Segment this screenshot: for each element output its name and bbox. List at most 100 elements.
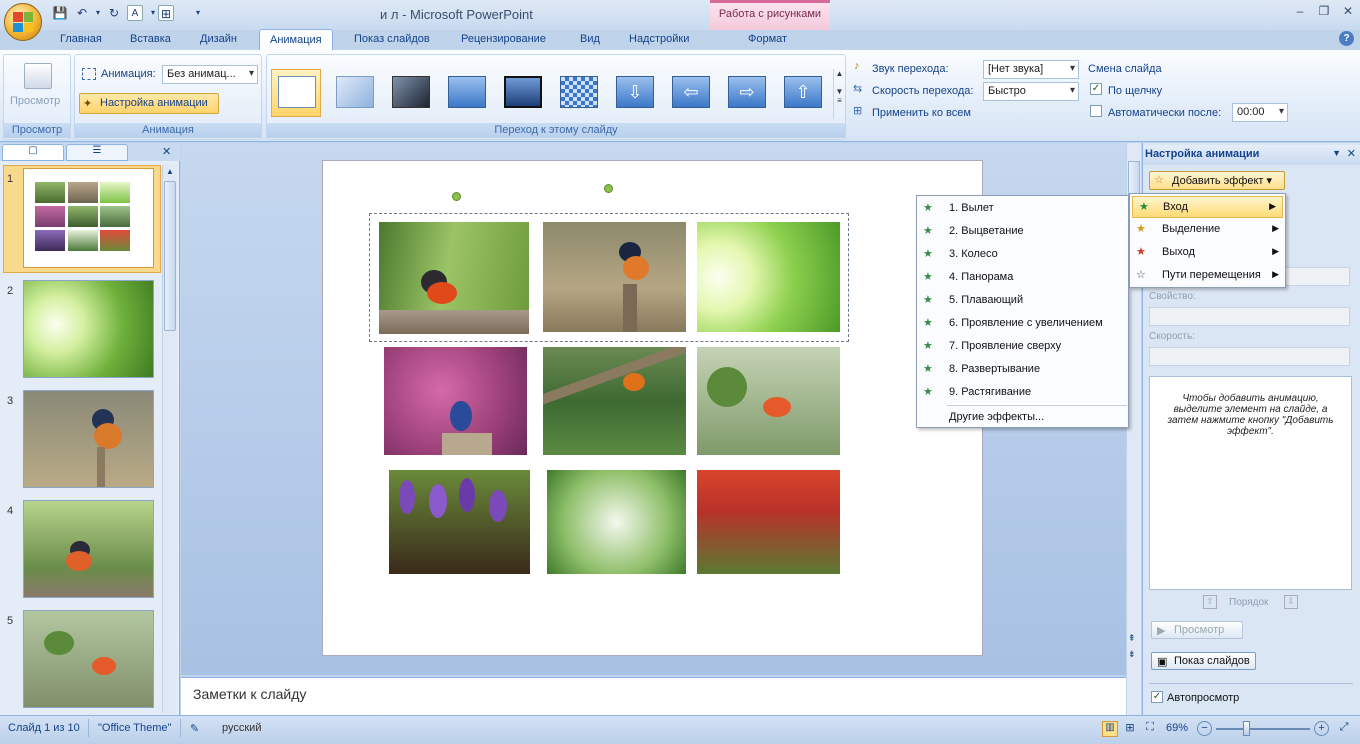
- next-slide-icon[interactable]: ⇟: [1128, 649, 1136, 660]
- photo-poppies[interactable]: [697, 470, 840, 574]
- menu-item-entrance[interactable]: ★ Вход ▶: [1132, 196, 1283, 218]
- tab-addins[interactable]: Надстройки: [619, 29, 699, 51]
- transition-cover-left[interactable]: ⇦: [665, 69, 715, 117]
- customize-qat-icon[interactable]: ▾: [190, 5, 206, 21]
- prev-slide-icon[interactable]: ⇞: [1128, 633, 1136, 644]
- transition-fade-smooth[interactable]: [329, 69, 379, 117]
- help-icon[interactable]: ?: [1339, 31, 1354, 46]
- menu-item-effect-7[interactable]: ★ 7. Проявление сверху: [917, 336, 1128, 358]
- close-icon[interactable]: ✕: [1336, 4, 1360, 20]
- language-label[interactable]: русский: [222, 722, 261, 734]
- close-pane-icon[interactable]: ✕: [162, 145, 171, 158]
- rotate-handle-group[interactable]: [604, 184, 613, 193]
- tab-outline[interactable]: ☰: [66, 144, 128, 161]
- photo-blue-bird-pink[interactable]: [384, 347, 527, 455]
- tab-format[interactable]: Формат: [738, 29, 797, 51]
- zoom-slider[interactable]: [1216, 728, 1310, 730]
- spellcheck-icon[interactable]: ✎: [190, 722, 199, 735]
- menu-item-exit[interactable]: ★ Выход ▶: [1130, 242, 1285, 264]
- gallery-scroll[interactable]: ▲ ▼ ≡: [833, 69, 845, 119]
- menu-item-effect-8[interactable]: ★ 8. Развертывание: [917, 359, 1128, 381]
- auto-after-checkbox[interactable]: [1090, 105, 1102, 117]
- transition-cover-up[interactable]: ⇧: [777, 69, 827, 117]
- redo-icon[interactable]: ↻: [106, 5, 122, 21]
- zoom-slider-thumb[interactable]: [1243, 721, 1250, 736]
- speed-select[interactable]: Быстро: [983, 82, 1079, 101]
- transition-none[interactable]: [271, 69, 321, 117]
- menu-item-motion-paths[interactable]: ☆ Пути перемещения ▶: [1130, 265, 1285, 287]
- text-format-icon[interactable]: A: [127, 5, 143, 21]
- tab-review[interactable]: Рецензирование: [451, 29, 556, 51]
- slides-pane-scrollbar[interactable]: ▲: [162, 165, 177, 713]
- zoom-out-icon[interactable]: −: [1197, 721, 1212, 736]
- menu-item-effect-1[interactable]: ★ 1. Вылет: [917, 198, 1128, 220]
- zoom-in-icon[interactable]: +: [1314, 721, 1329, 736]
- slide-icon[interactable]: ⊞: [158, 5, 174, 21]
- menu-item-effect-6[interactable]: ★ 6. Проявление с увеличением: [917, 313, 1128, 335]
- move-up-icon[interactable]: ⇧: [1203, 595, 1217, 609]
- fit-to-window-icon[interactable]: ⤢: [1336, 721, 1352, 737]
- tab-insert[interactable]: Вставка: [120, 29, 181, 51]
- slideshow-button[interactable]: ▣ Показ слайдов: [1151, 652, 1256, 670]
- scroll-up-icon[interactable]: ▲: [164, 167, 176, 179]
- slide-thumb-1[interactable]: [23, 168, 154, 268]
- menu-item-effect-3[interactable]: ★ 3. Колесо: [917, 244, 1128, 266]
- undo-icon[interactable]: ↶: [74, 5, 90, 21]
- rotate-handle[interactable]: [452, 192, 461, 201]
- menu-item-effect-5[interactable]: ★ 5. Плавающий: [917, 290, 1128, 312]
- scroll-thumb[interactable]: [164, 181, 176, 331]
- slide-thumb-3[interactable]: [23, 390, 154, 488]
- transition-cut[interactable]: [441, 69, 491, 117]
- slide-thumb-2[interactable]: [23, 280, 154, 378]
- transition-dissolve[interactable]: [553, 69, 603, 117]
- apply-all-button[interactable]: Применить ко всем: [872, 107, 971, 119]
- normal-view-icon[interactable]: ▥: [1102, 721, 1118, 737]
- tab-design[interactable]: Дизайн: [190, 29, 247, 51]
- menu-item-effect-9[interactable]: ★ 9. Растягивание: [917, 382, 1128, 404]
- minimize-icon[interactable]: –: [1288, 4, 1312, 20]
- office-button[interactable]: [4, 3, 42, 41]
- on-click-checkbox[interactable]: ✓: [1090, 83, 1102, 95]
- save-icon[interactable]: 💾: [52, 5, 68, 21]
- property-select[interactable]: [1149, 307, 1350, 326]
- play-button[interactable]: ▶ Просмотр: [1151, 621, 1243, 639]
- restore-icon[interactable]: ❐: [1312, 4, 1336, 20]
- photo-crocus[interactable]: [389, 470, 530, 574]
- pane-options-icon[interactable]: ▼: [1332, 148, 1341, 158]
- auto-time-input[interactable]: 00:00: [1232, 103, 1288, 122]
- menu-item-emphasis[interactable]: ★ Выделение ▶: [1130, 219, 1285, 241]
- speed-select[interactable]: [1149, 347, 1350, 366]
- menu-item-more-effects[interactable]: Другие эффекты...: [917, 407, 1128, 429]
- undo-dropdown-icon[interactable]: ▾: [90, 5, 106, 21]
- slide-thumb-4[interactable]: [23, 500, 154, 598]
- order-label: Порядок: [1229, 597, 1269, 608]
- tab-view[interactable]: Вид: [570, 29, 610, 51]
- transition-cover-down[interactable]: ⇩: [609, 69, 659, 117]
- add-effect-button[interactable]: ☆ Добавить эффект ▾: [1149, 171, 1285, 190]
- tab-slideshow[interactable]: Показ слайдов: [344, 29, 440, 51]
- slideshow-view-icon[interactable]: ⛶: [1142, 721, 1158, 737]
- sorter-view-icon[interactable]: ⊞: [1122, 721, 1138, 737]
- photo-bird-branch[interactable]: [543, 347, 686, 455]
- preview-button[interactable]: Просмотр: [10, 95, 60, 107]
- menu-item-effect-4[interactable]: ★ 4. Панорама: [917, 267, 1128, 289]
- slide-thumb-5[interactable]: [23, 610, 154, 708]
- transition-cut-black[interactable]: [497, 69, 547, 117]
- photo-red-bird-leaves[interactable]: [697, 347, 840, 455]
- sound-select[interactable]: [Нет звука]: [983, 60, 1079, 79]
- menu-item-effect-2[interactable]: ★ 2. Выцветание: [917, 221, 1128, 243]
- pane-close-icon[interactable]: ✕: [1347, 147, 1356, 160]
- animation-select[interactable]: Без анимац...: [162, 65, 258, 84]
- move-down-icon[interactable]: ⇩: [1284, 595, 1298, 609]
- photo-lily-of-valley[interactable]: [547, 470, 686, 574]
- custom-animation-button[interactable]: ✦ Настройка анимации: [79, 93, 219, 114]
- zoom-level[interactable]: 69%: [1166, 722, 1188, 734]
- selection-frame[interactable]: [369, 213, 849, 342]
- notes-area[interactable]: Заметки к слайду: [181, 677, 1126, 715]
- tab-home[interactable]: Главная: [50, 29, 112, 51]
- autopreview-checkbox[interactable]: ✓: [1151, 691, 1163, 703]
- tab-animation[interactable]: Анимация: [259, 29, 333, 51]
- transition-fade-black[interactable]: [385, 69, 435, 117]
- tab-slides[interactable]: ▢: [2, 144, 64, 161]
- transition-cover-right[interactable]: ⇨: [721, 69, 771, 117]
